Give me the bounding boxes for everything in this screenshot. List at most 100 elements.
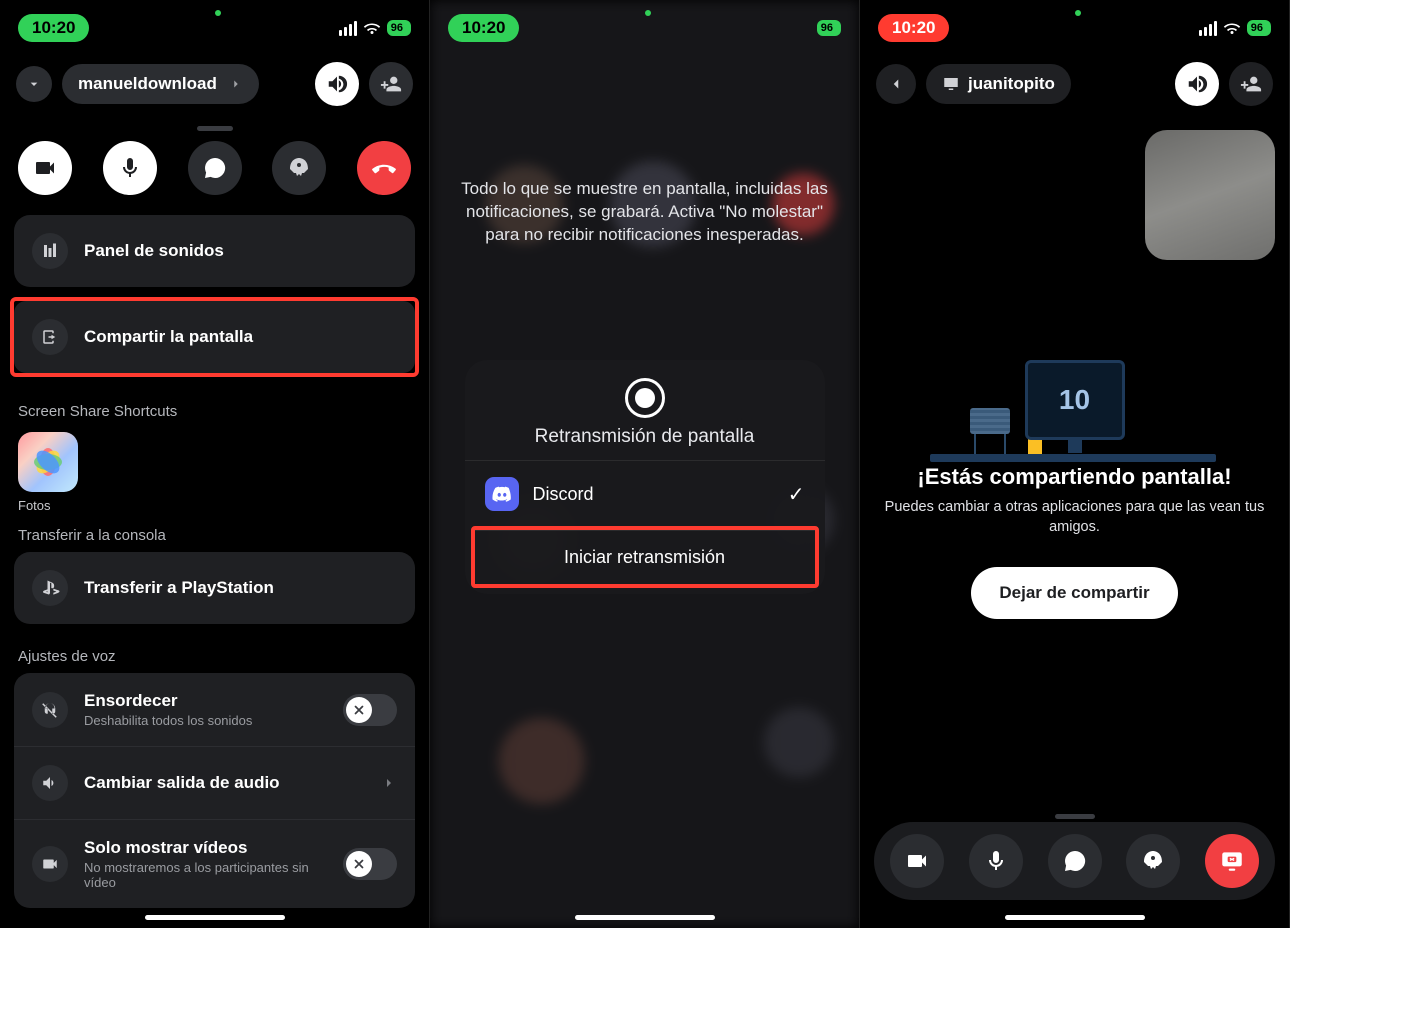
mic-icon — [118, 156, 142, 180]
soundboard-item[interactable]: Panel de sonidos — [14, 215, 415, 287]
rocket-icon — [287, 156, 311, 180]
close-icon — [352, 857, 366, 871]
home-indicator[interactable] — [1005, 915, 1145, 920]
broadcast-app-label: Discord — [533, 484, 594, 505]
share-screen-highlight: Compartir la pantalla — [10, 297, 419, 377]
panel-sharing-active: 10:20 96 juanitopito 10 ¡Estás compartie… — [860, 0, 1290, 928]
chevron-right-icon — [229, 77, 243, 91]
video-only-icon — [32, 846, 68, 882]
add-user-button[interactable] — [1229, 62, 1273, 106]
broadcast-sheet: Retransmisión de pantalla Discord ✓ Inic… — [465, 360, 825, 594]
recording-dot-icon — [215, 10, 221, 16]
mic-icon — [984, 849, 1008, 873]
panel-call-options: 10:20 96 manueldownload — [0, 0, 430, 928]
deafen-item[interactable]: Ensordecer Deshabilita todos los sonidos — [14, 673, 415, 746]
home-indicator[interactable] — [575, 915, 715, 920]
hangup-icon — [371, 155, 397, 181]
sharing-title: ¡Estás compartiendo pantalla! — [880, 464, 1269, 490]
hangup-button[interactable] — [357, 141, 411, 195]
chevron-left-icon — [887, 75, 905, 93]
speaker-button[interactable] — [315, 62, 359, 106]
call-controls — [0, 141, 429, 215]
status-time[interactable]: 10:20 — [18, 14, 89, 42]
status-right: 96 — [339, 19, 411, 37]
transfer-ps-label: Transferir a PlayStation — [84, 578, 397, 598]
deafen-toggle[interactable] — [343, 694, 397, 726]
drag-handle-icon[interactable] — [197, 126, 233, 131]
speaker-small-icon — [32, 765, 68, 801]
status-bar: 10:20 96 — [430, 0, 859, 48]
wifi-icon — [1223, 19, 1241, 37]
stream-user-chip[interactable]: juanitopito — [926, 64, 1071, 104]
audio-output-item[interactable]: Cambiar salida de audio — [14, 746, 415, 819]
share-screen-label: Compartir la pantalla — [84, 327, 397, 347]
chat-button[interactable] — [188, 141, 242, 195]
camera-icon — [905, 849, 929, 873]
rocket-icon — [1141, 849, 1165, 873]
video-only-sub: No mostraremos a los participantes sin v… — [84, 860, 327, 890]
video-only-item[interactable]: Solo mostrar vídeos No mostraremos a los… — [14, 819, 415, 908]
drag-handle-icon[interactable] — [1055, 814, 1095, 819]
photos-app-shortcut[interactable] — [18, 432, 78, 492]
collapse-button[interactable] — [16, 66, 52, 102]
speaker-button[interactable] — [1175, 62, 1219, 106]
audio-output-label: Cambiar salida de audio — [84, 773, 365, 793]
share-screen-item[interactable]: Compartir la pantalla — [14, 301, 415, 373]
share-screen-icon — [32, 319, 68, 355]
deafen-icon — [32, 692, 68, 728]
camera-button[interactable] — [890, 834, 944, 888]
stop-share-icon-button[interactable] — [1205, 834, 1259, 888]
status-bar: 10:20 96 — [860, 0, 1289, 48]
close-icon — [352, 703, 366, 717]
transfer-ps-item[interactable]: Transferir a PlayStation — [14, 552, 415, 624]
status-right: 96 — [817, 20, 841, 36]
recording-dot-icon — [645, 10, 651, 16]
screen-stop-icon — [1219, 848, 1245, 874]
broadcast-warning: Todo lo que se muestre en pantalla, incl… — [430, 48, 859, 247]
cellular-icon — [1199, 21, 1217, 36]
person-add-icon — [1240, 73, 1262, 95]
home-indicator[interactable] — [145, 915, 285, 920]
self-camera-pip[interactable] — [1145, 130, 1275, 260]
status-bar: 10:20 96 — [0, 0, 429, 48]
status-time-recording[interactable]: 10:20 — [878, 14, 949, 42]
broadcast-app-row[interactable]: Discord ✓ — [465, 460, 825, 527]
cellular-icon — [339, 21, 357, 36]
back-button[interactable] — [876, 64, 916, 104]
voice-section-label: Ajustes de voz — [0, 634, 429, 673]
call-header: manueldownload — [0, 48, 429, 120]
chat-button[interactable] — [1048, 834, 1102, 888]
video-only-toggle[interactable] — [343, 848, 397, 880]
chair-icon — [970, 408, 1010, 458]
camera-button[interactable] — [18, 141, 72, 195]
recording-dot-icon — [1075, 10, 1081, 16]
activities-button[interactable] — [1126, 834, 1180, 888]
monitor-icon — [942, 75, 960, 93]
activities-button[interactable] — [272, 141, 326, 195]
mic-button[interactable] — [969, 834, 1023, 888]
status-time[interactable]: 10:20 — [448, 14, 519, 42]
channel-chip[interactable]: manueldownload — [62, 64, 259, 104]
panel-broadcast-picker: 10:20 96 Todo lo que se muestre en panta… — [430, 0, 860, 928]
deafen-sub: Deshabilita todos los sonidos — [84, 713, 327, 728]
stream-header: juanitopito — [860, 48, 1289, 120]
chevron-down-icon — [26, 76, 42, 92]
chevron-right-icon — [381, 775, 397, 791]
wifi-icon — [363, 19, 381, 37]
check-icon: ✓ — [788, 482, 805, 507]
add-user-button[interactable] — [369, 62, 413, 106]
start-broadcast-button[interactable]: Iniciar retransmisión — [475, 530, 815, 584]
record-icon — [625, 378, 665, 418]
mic-button[interactable] — [103, 141, 157, 195]
playstation-icon — [32, 570, 68, 606]
start-broadcast-highlight: Iniciar retransmisión — [471, 526, 819, 588]
tv-countdown-icon: 10 — [1025, 360, 1125, 440]
shortcuts-section-label: Screen Share Shortcuts — [0, 389, 429, 428]
photos-app-label: Fotos — [18, 498, 429, 513]
soundboard-label: Panel de sonidos — [84, 241, 397, 261]
discord-icon — [485, 477, 519, 511]
person-add-icon — [380, 73, 402, 95]
call-bottom-bar — [874, 822, 1275, 900]
stop-sharing-button[interactable]: Dejar de compartir — [971, 567, 1177, 619]
speaker-icon — [1186, 73, 1208, 95]
